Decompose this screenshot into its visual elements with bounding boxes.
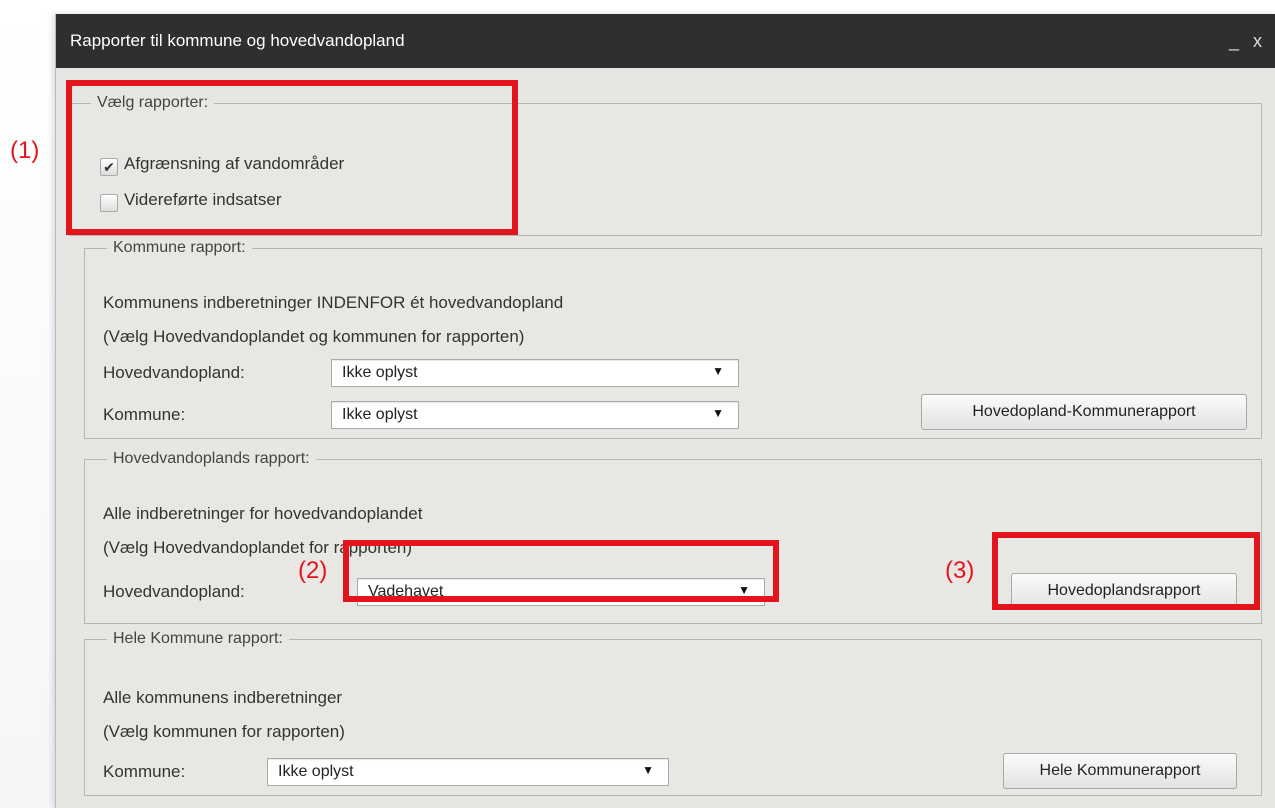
chevron-down-icon: ▼ <box>712 364 724 378</box>
municipality-report-catchment-value: Ikke oplyst <box>342 364 418 381</box>
municipality-report-municipality-select[interactable]: Ikke oplyst ▼ <box>331 401 739 429</box>
full-municipality-report-group: Hele Kommune rapport: Alle kommunens ind… <box>84 630 1262 796</box>
catchment-report-description: Alle indberetninger for hovedvandoplande… <box>103 504 423 523</box>
annotation-box-1 <box>66 80 518 235</box>
chevron-down-icon: ▼ <box>712 406 724 420</box>
dialog-title: Rapporter til kommune og hovedvandopland <box>70 31 405 50</box>
annotation-label-1: (1) <box>10 137 40 164</box>
dialog-titlebar: Rapporter til kommune og hovedvandopland… <box>56 14 1275 68</box>
full-municipality-report-municipality-label: Kommune: <box>103 762 186 781</box>
full-municipality-report-municipality-value: Ikke oplyst <box>278 763 354 780</box>
annotation-box-2 <box>343 540 779 602</box>
municipality-report-municipality-label: Kommune: <box>103 405 186 424</box>
annotation-label-2: (2) <box>298 557 328 584</box>
full-municipality-report-description: Alle kommunens indberetninger <box>103 688 343 707</box>
municipality-report-municipality-value: Ikke oplyst <box>342 406 418 423</box>
municipality-report-hint: (Vælg Hovedvandoplandet og kommunen for … <box>103 327 525 346</box>
municipality-report-catchment-label: Hovedvandopland: <box>103 363 245 382</box>
hovedopland-kommunerapport-button[interactable]: Hovedopland-Kommunerapport <box>921 394 1247 430</box>
catchment-report-legend: Hovedvandoplands rapport: <box>113 450 310 467</box>
annotation-box-3 <box>992 532 1260 610</box>
annotation-label-3: (3) <box>945 557 975 584</box>
municipality-report-description: Kommunens indberetninger INDENFOR ét hov… <box>103 293 564 312</box>
municipality-report-group: Kommune rapport: Kommunens indberetninge… <box>84 239 1262 439</box>
full-municipality-report-hint: (Vælg kommunen for rapporten) <box>103 722 345 741</box>
minimize-icon[interactable]: _ <box>1229 31 1239 52</box>
chevron-down-icon: ▼ <box>642 763 654 777</box>
municipality-report-catchment-select[interactable]: Ikke oplyst ▼ <box>331 359 739 387</box>
full-municipality-report-legend: Hele Kommune rapport: <box>113 630 283 647</box>
catchment-report-catchment-label: Hovedvandopland: <box>103 582 245 601</box>
close-icon[interactable]: x <box>1253 31 1262 52</box>
municipality-report-legend: Kommune rapport: <box>113 239 246 256</box>
full-municipality-report-municipality-select[interactable]: Ikke oplyst ▼ <box>267 758 669 786</box>
hele-kommunerapport-button[interactable]: Hele Kommunerapport <box>1003 753 1237 789</box>
background-map-strip <box>0 0 58 808</box>
